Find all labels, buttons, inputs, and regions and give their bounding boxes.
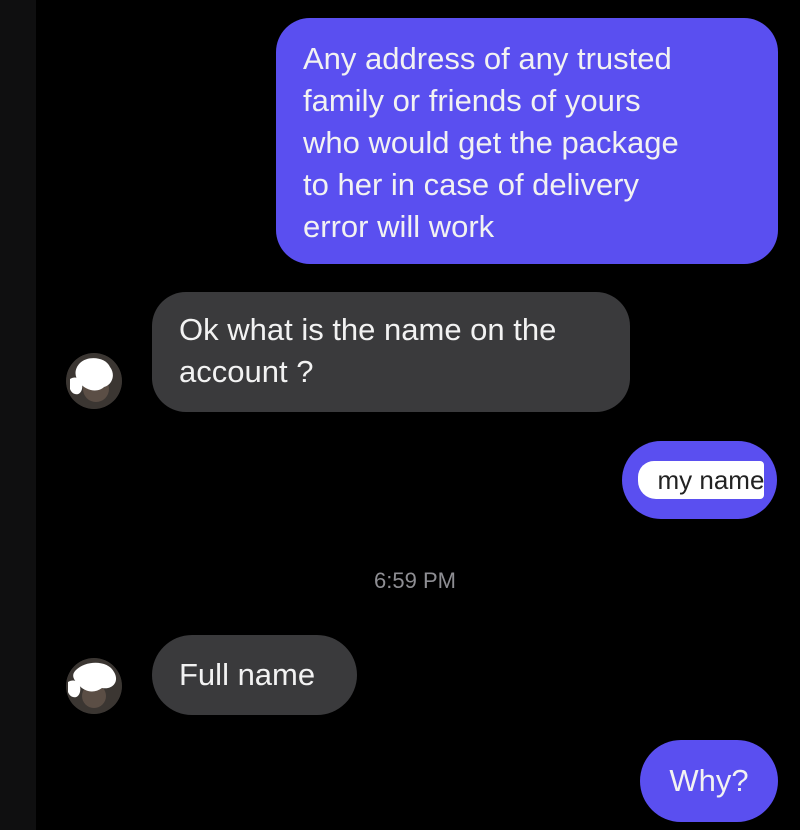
message-line: account ?: [179, 354, 314, 389]
redacted-name-text: my name: [637, 461, 764, 499]
chat-screen: Any address of any trusted family or fri…: [0, 0, 800, 830]
message-timestamp: 6:59 PM: [374, 568, 456, 593]
incoming-message-bubble[interactable]: Full name: [152, 635, 357, 715]
redacted-avatar-icon[interactable]: [66, 353, 122, 409]
redacted-avatar-icon[interactable]: [66, 658, 122, 714]
message-line: Any address of any trusted: [303, 41, 672, 76]
message-text: Why?: [669, 763, 749, 798]
outgoing-message-bubble[interactable]: Why?: [640, 740, 778, 822]
outgoing-message-bubble[interactable]: Any address of any trusted family or fri…: [276, 18, 778, 264]
incoming-message-bubble[interactable]: Ok what is the name on the account ?: [152, 292, 630, 412]
left-edge-strip: [0, 0, 36, 830]
outgoing-message-bubble[interactable]: my name: [622, 441, 777, 519]
message-line: family or friends of yours: [303, 83, 641, 118]
message-line: to her in case of delivery: [303, 167, 640, 202]
message-text: Full name: [179, 657, 316, 692]
message-line: who would get the package: [303, 125, 679, 160]
message-line: error will work: [303, 209, 495, 244]
message-line: Ok what is the name on the: [179, 312, 557, 347]
